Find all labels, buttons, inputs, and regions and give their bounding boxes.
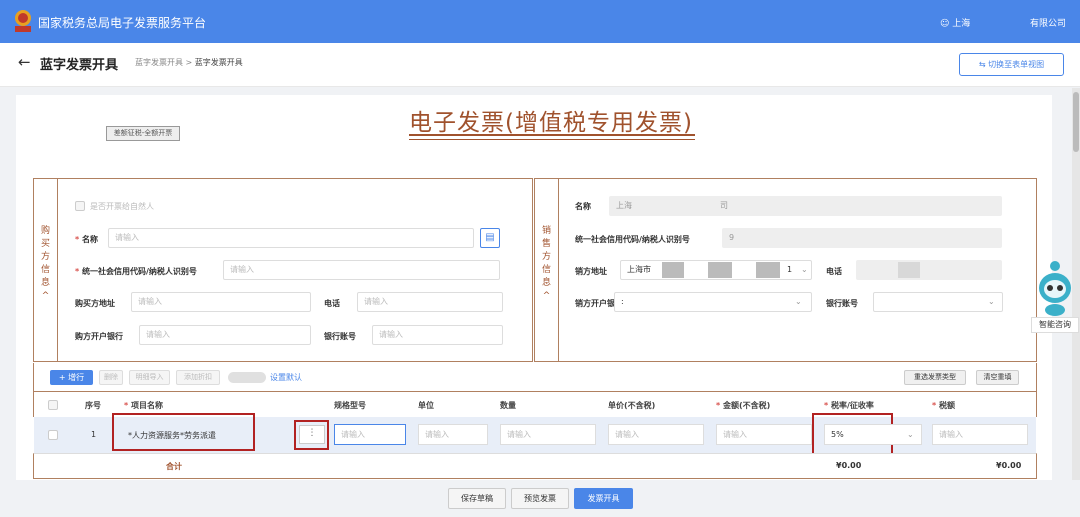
- col-quantity: 数量: [500, 401, 516, 410]
- delete-button[interactable]: 删除: [99, 370, 123, 385]
- buyer-address-label: 购买方地址: [75, 299, 115, 308]
- default-toggle[interactable]: [228, 372, 266, 383]
- natural-person-label: 是否开票给自然人: [90, 202, 154, 211]
- col-index: 序号: [85, 401, 101, 410]
- set-default-link[interactable]: 设置默认: [270, 372, 302, 383]
- row-tax-input[interactable]: 请输入: [932, 424, 1028, 445]
- arrow-left-icon[interactable]: ←: [18, 53, 31, 71]
- top-bar: 国家税务总局电子发票服务平台 ☺ 上海 有限公司: [0, 0, 1080, 43]
- natural-person-checkbox[interactable]: [75, 201, 85, 211]
- seller-bank-select[interactable]: : ⌄: [614, 292, 812, 312]
- clear-reset-button[interactable]: 清空重填: [976, 370, 1019, 385]
- swap-icon: ⇆: [978, 60, 989, 69]
- buyer-name-label: * 名称: [75, 235, 98, 244]
- chevron-down-icon: ⌄: [988, 297, 995, 306]
- buyer-bank-input[interactable]: 请输入: [139, 325, 311, 345]
- row-unit-price-input[interactable]: 请输入: [608, 424, 704, 445]
- seller-taxid-label: 统一社会信用代码/纳税人识别号: [575, 235, 690, 244]
- seller-side-label[interactable]: 销 售 方 信 息 ^: [535, 179, 559, 361]
- company-name[interactable]: 有限公司: [1030, 16, 1066, 29]
- site-title: 国家税务总局电子发票服务平台: [38, 16, 207, 30]
- chevron-down-icon: ⌄: [907, 430, 914, 439]
- buyer-taxid-input[interactable]: 请输入: [223, 260, 500, 280]
- preview-button[interactable]: 预览发票: [511, 488, 569, 509]
- user-menu[interactable]: ☺ 上海: [940, 16, 970, 29]
- page-title: 蓝字发票开具: [40, 58, 119, 73]
- row-index: 1: [91, 430, 97, 439]
- contact-book-icon[interactable]: ▤: [480, 228, 500, 248]
- breadcrumb: 蓝字发票开具 > 蓝字发票开具: [135, 58, 243, 67]
- col-spec: 规格型号: [334, 401, 366, 410]
- col-item-name: * 项目名称: [124, 401, 163, 410]
- buyer-address-input[interactable]: 请输入: [131, 292, 311, 312]
- buyer-taxid-label: * 统一社会信用代码/纳税人识别号: [75, 267, 197, 276]
- redacted-block: [708, 262, 732, 278]
- total-amount: ¥0.00: [836, 461, 862, 470]
- seller-address-label: 销方地址: [575, 267, 607, 276]
- row-quantity-input[interactable]: 请输入: [500, 424, 596, 445]
- table-total-row: [33, 453, 1037, 479]
- title-underline-thin: [409, 139, 695, 140]
- breadcrumb-parent[interactable]: 蓝字发票开具: [135, 58, 183, 67]
- seller-name-label: 名称: [575, 202, 591, 211]
- redacted-block: [662, 262, 684, 278]
- buyer-account-input[interactable]: 请输入: [372, 325, 503, 345]
- redacted-block: [756, 262, 780, 278]
- col-tax: * 税额: [932, 401, 955, 410]
- buyer-phone-label: 电话: [324, 299, 340, 308]
- seller-phone-field: [856, 260, 1002, 280]
- buyer-phone-input[interactable]: 请输入: [357, 292, 503, 312]
- seller-phone-label: 电话: [826, 267, 842, 276]
- col-unit-price: 单价(不含税): [608, 401, 656, 410]
- seller-name-field: 上海司: [609, 196, 1002, 216]
- row-amount-input[interactable]: 请输入: [716, 424, 812, 445]
- switch-form-view-button[interactable]: ⇆ 切换至表单视图: [959, 53, 1064, 76]
- row-item-name[interactable]: *人力资源服务*劳务派遣: [128, 430, 216, 441]
- chevron-down-icon: ⌄: [795, 297, 802, 306]
- seller-account-label: 银行账号: [826, 299, 858, 308]
- more-options-icon[interactable]: ⋮: [299, 425, 325, 444]
- issue-invoice-button[interactable]: 发票开具: [574, 488, 633, 509]
- row-checkbox[interactable]: [48, 430, 58, 440]
- save-draft-button[interactable]: 保存草稿: [448, 488, 506, 509]
- reselect-type-button[interactable]: 重选发票类型: [904, 370, 966, 385]
- redacted-block: [898, 262, 920, 278]
- tax-emblem-icon: [15, 10, 31, 32]
- add-row-button[interactable]: + 增行: [50, 370, 93, 385]
- chevron-down-icon: ⌄: [801, 265, 808, 274]
- row-spec-input[interactable]: 请输入: [334, 424, 406, 445]
- seller-account-select[interactable]: ⌄: [873, 292, 1003, 312]
- col-tax-rate: * 税率/征收率: [824, 401, 874, 410]
- buyer-side-label[interactable]: 购 买 方 信 息 ^: [34, 179, 58, 361]
- invoice-title: 电子发票(增值税专用发票): [409, 110, 693, 136]
- buyer-account-label: 银行账号: [324, 332, 356, 341]
- buyer-bank-label: 购方开户银行: [75, 332, 123, 341]
- scrollbar-thumb[interactable]: [1073, 92, 1079, 152]
- title-underline: [409, 134, 695, 136]
- row-tax-rate-select[interactable]: 5% ⌄: [824, 424, 922, 445]
- breadcrumb-current: 蓝字发票开具: [194, 58, 243, 67]
- seller-taxid-field: 9: [722, 228, 1002, 248]
- total-tax: ¥0.00: [996, 461, 1022, 470]
- assistant-robot-icon[interactable]: [1035, 258, 1075, 318]
- detail-import-button[interactable]: 明细导入: [129, 370, 170, 385]
- assistant-label[interactable]: 智能咨询: [1031, 317, 1079, 333]
- buyer-name-input[interactable]: 请输入: [108, 228, 474, 248]
- select-all-checkbox[interactable]: [48, 400, 58, 410]
- total-label: 合计: [166, 462, 182, 471]
- col-unit: 单位: [418, 401, 434, 410]
- row-unit-input[interactable]: 请输入: [418, 424, 488, 445]
- col-amount: * 金额(不含税): [716, 401, 771, 410]
- add-discount-button[interactable]: 添加折扣: [176, 370, 220, 385]
- page-header: ← 蓝字发票开具 蓝字发票开具 > 蓝字发票开具 ⇆ 切换至表单视图: [0, 43, 1080, 87]
- user-icon: ☺: [940, 19, 953, 29]
- tax-method-tag: 差额征税-全额开票: [106, 126, 180, 141]
